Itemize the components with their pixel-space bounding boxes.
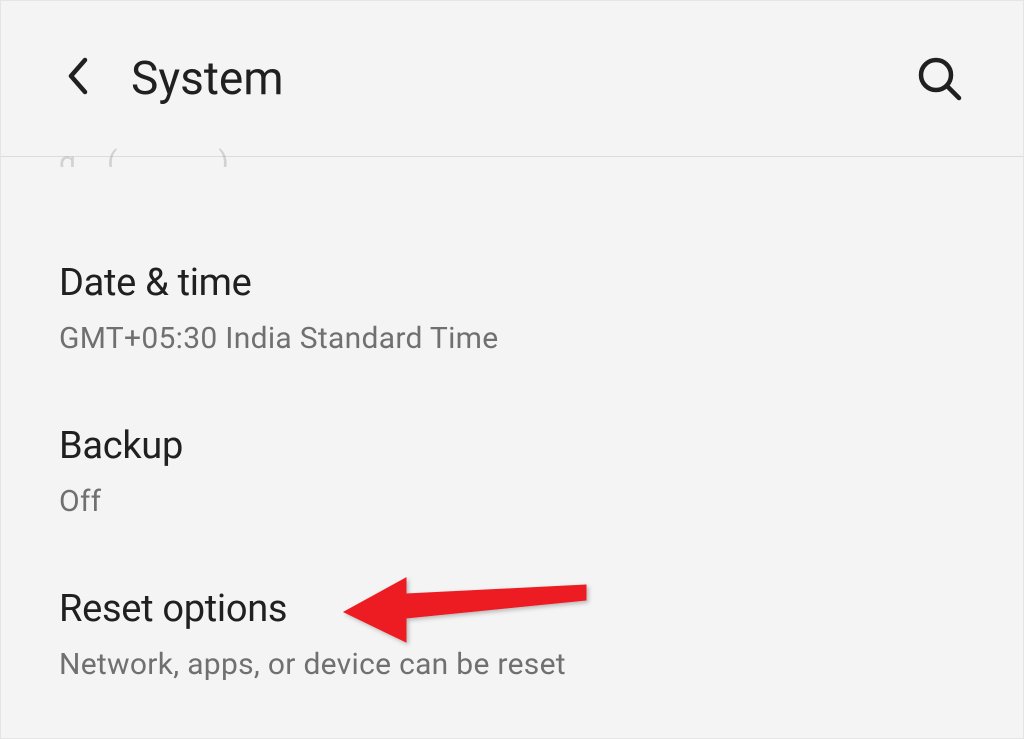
chevron-left-icon xyxy=(65,56,89,96)
menu-item-date-time[interactable]: Date & time GMT+05:30 India Standard Tim… xyxy=(59,227,965,390)
menu-item-backup[interactable]: Backup Off xyxy=(59,390,965,553)
search-icon xyxy=(915,54,965,104)
menu-item-subtitle: GMT+05:30 India Standard Time xyxy=(59,321,965,356)
cutoff-menu-item: g ( ), xyxy=(59,145,965,167)
menu-item-title: Reset options xyxy=(59,587,965,631)
back-button[interactable] xyxy=(57,56,97,96)
cutoff-subtitle: g ( ), xyxy=(59,145,965,167)
menu-item-subtitle: Network, apps, or device can be reset xyxy=(59,647,965,682)
content-area: g ( ), Date & time GMT+05:30 India Stand… xyxy=(1,145,1023,716)
app-header: System xyxy=(1,1,1023,157)
menu-item-title: Date & time xyxy=(59,261,965,305)
menu-item-reset-options[interactable]: Reset options Network, apps, or device c… xyxy=(59,553,965,716)
menu-item-subtitle: Off xyxy=(59,484,965,519)
page-title: System xyxy=(131,52,913,106)
search-button[interactable] xyxy=(913,52,967,106)
menu-item-title: Backup xyxy=(59,424,965,468)
